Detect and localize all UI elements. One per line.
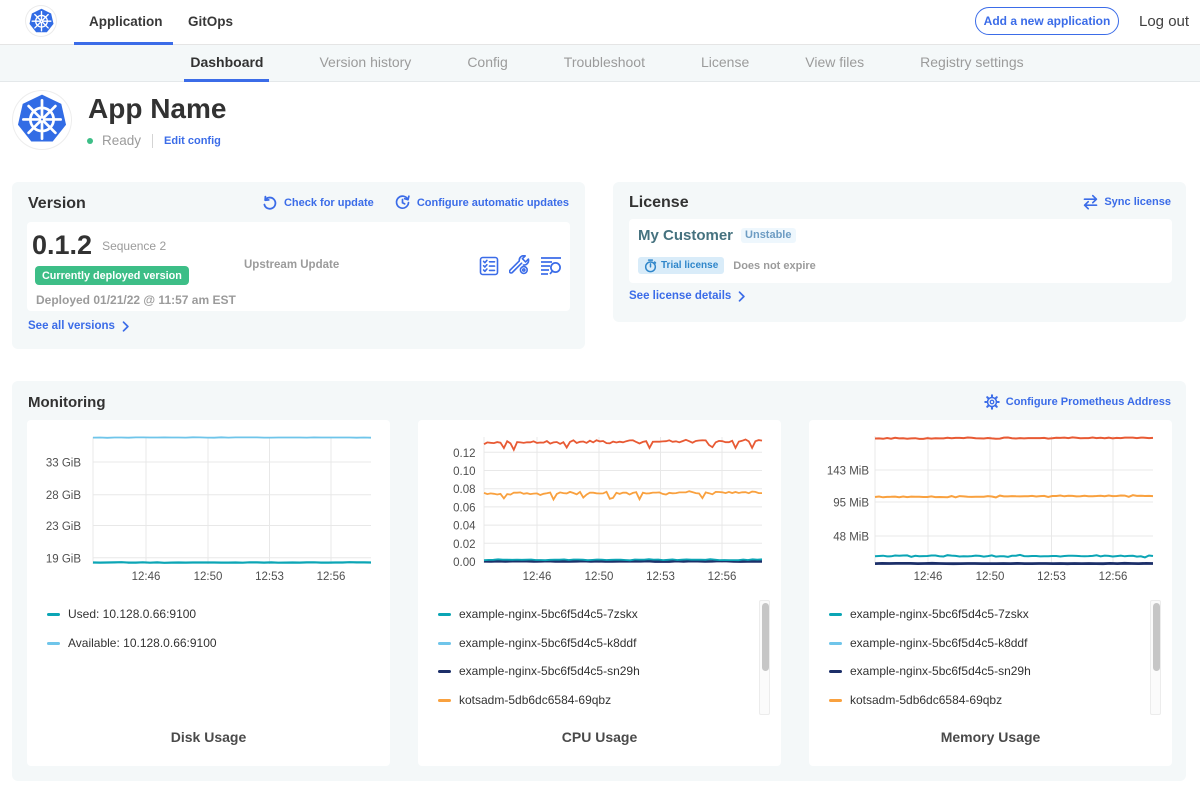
svg-text:0.04: 0.04: [453, 521, 476, 533]
svg-text:48 MiB: 48 MiB: [833, 532, 869, 544]
svg-text:12:56: 12:56: [708, 571, 737, 583]
svg-text:23 GiB: 23 GiB: [46, 521, 81, 533]
svg-text:0.06: 0.06: [453, 502, 475, 514]
svg-text:12:50: 12:50: [585, 571, 614, 583]
svg-text:0.12: 0.12: [453, 448, 475, 460]
svg-text:95 MiB: 95 MiB: [833, 498, 869, 510]
svg-text:12:50: 12:50: [194, 571, 223, 583]
svg-text:0.08: 0.08: [453, 484, 475, 496]
svg-text:12:53: 12:53: [1037, 571, 1066, 583]
svg-text:12:46: 12:46: [914, 571, 943, 583]
svg-text:0.02: 0.02: [453, 539, 475, 551]
svg-text:12:56: 12:56: [1099, 571, 1128, 583]
svg-text:28 GiB: 28 GiB: [46, 490, 81, 502]
svg-text:12:56: 12:56: [317, 571, 346, 583]
svg-text:33 GiB: 33 GiB: [46, 458, 81, 470]
svg-text:12:53: 12:53: [646, 571, 675, 583]
svg-text:143 MiB: 143 MiB: [827, 466, 870, 478]
svg-text:12:53: 12:53: [255, 571, 284, 583]
svg-text:0.00: 0.00: [453, 557, 475, 569]
svg-text:12:46: 12:46: [132, 571, 161, 583]
svg-text:19 GiB: 19 GiB: [46, 553, 81, 565]
svg-text:0.10: 0.10: [453, 466, 475, 478]
svg-text:12:46: 12:46: [523, 571, 552, 583]
svg-text:12:50: 12:50: [976, 571, 1005, 583]
